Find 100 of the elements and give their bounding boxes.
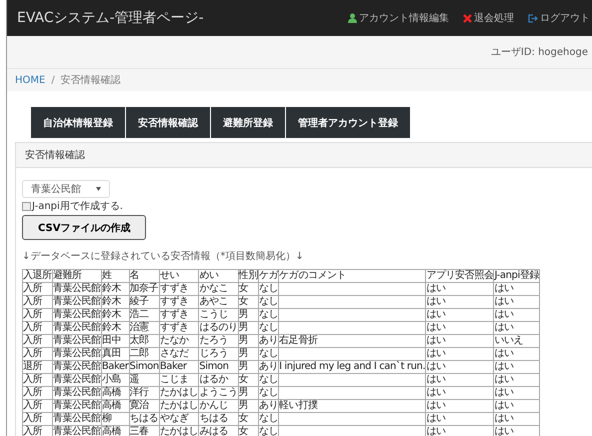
table-cell: はい	[494, 374, 540, 386]
column-header: J-anpi登録	[494, 270, 540, 282]
table-cell: すずき	[159, 308, 199, 322]
table-cell: なし	[258, 296, 279, 308]
table-cell: 入所	[22, 322, 52, 334]
table-cell: Simon	[198, 360, 238, 374]
table-cell: 寛治	[129, 400, 160, 412]
csv-button[interactable]: CSVファイルの作成	[22, 215, 146, 240]
table-cell: はい	[494, 308, 540, 322]
breadcrumb-current: 安否情報確認	[60, 74, 121, 87]
table-cell: 洋行	[129, 386, 160, 400]
table-cell: 男	[238, 348, 258, 360]
table-cell: いいえ	[494, 334, 540, 348]
column-header: 性別	[238, 270, 258, 282]
table-cell: ちはる	[198, 412, 238, 426]
table-cell: あり	[258, 400, 279, 412]
table-cell: なし	[258, 308, 279, 322]
menu-button[interactable]: 避難所登録	[211, 107, 285, 138]
shelter-select[interactable]: 青葉公民館	[22, 180, 110, 198]
table-cell: Baker	[159, 360, 199, 374]
table-cell: 高橋	[101, 386, 130, 400]
table-cell: かなこ	[198, 282, 238, 296]
table-cell: 青葉公民館	[52, 360, 102, 374]
column-header: アプリ安否照会	[426, 270, 494, 282]
table-cell: 真田	[101, 348, 130, 360]
close-icon	[463, 14, 472, 22]
table-cell: はい	[494, 322, 540, 334]
panel-heading: 安否情報確認	[25, 148, 85, 162]
column-header: 姓	[101, 270, 130, 282]
table-cell: 浩二	[129, 308, 160, 322]
table-cell: はい	[494, 360, 540, 374]
table-cell: はい	[426, 386, 494, 400]
table-cell: 女	[238, 282, 258, 296]
table-cell: かんじ	[198, 400, 238, 412]
table-cell: 小島	[101, 374, 130, 386]
table-cell: 男	[238, 334, 258, 348]
table-cell: 男	[238, 400, 258, 412]
table-cell: たなか	[159, 334, 199, 348]
table-cell: はい	[494, 400, 540, 412]
table-cell: はい	[426, 400, 494, 412]
checkbox[interactable]	[22, 202, 31, 210]
menu-button[interactable]: 管理者アカウント登録	[286, 107, 410, 138]
nav-link[interactable]: ログアウト	[528, 11, 590, 25]
table-cell: はい	[426, 282, 494, 296]
table-cell: はい	[426, 348, 494, 360]
table-cell: 女	[238, 374, 258, 386]
table-cell: 女	[238, 412, 258, 426]
table-cell: 男	[238, 322, 258, 334]
table-cell: はい	[494, 386, 540, 400]
table-cell: 入所	[22, 374, 52, 386]
table-cell: すずき	[159, 322, 199, 334]
table-cell: なし	[258, 374, 279, 386]
table-cell: はい	[426, 308, 494, 322]
table-cell: たかはし	[159, 426, 199, 436]
checkbox-label: J-anpi用で作成する.	[32, 200, 123, 213]
menu-button[interactable]: 安否情報確認	[126, 107, 210, 138]
column-header: 避難所	[52, 270, 102, 282]
table-cell: ようこう	[198, 386, 238, 400]
table-cell: 加奈子	[129, 282, 160, 296]
table-cell: 遥	[129, 374, 160, 386]
user-id: ユーザID: hogehoge	[490, 46, 588, 59]
table-cell: みはる	[198, 426, 238, 436]
table-cell: Simon	[129, 360, 160, 374]
table-caption: ↓データベースに登録されている安否情報（*項目数簡易化）↓	[22, 250, 304, 263]
table-cell: はい	[426, 374, 494, 386]
table-cell: 青葉公民館	[52, 308, 102, 322]
table-cell: はい	[426, 322, 494, 334]
table-cell: 鈴木	[101, 296, 130, 308]
table-cell: はい	[426, 412, 494, 426]
menu-button[interactable]: 自治体情報登録	[31, 107, 125, 138]
table-cell: 柳	[101, 412, 130, 426]
column-header: ケガ	[258, 270, 279, 282]
breadcrumb-link[interactable]: HOME	[15, 74, 46, 86]
table-cell: 高橋	[101, 400, 130, 412]
table-cell: たろう	[198, 334, 238, 348]
table-cell: 青葉公民館	[52, 296, 102, 308]
table-cell: 入所	[22, 400, 52, 412]
table-cell: ちはる	[129, 412, 160, 426]
table-cell: はい	[494, 412, 540, 426]
table-cell: 高橋	[101, 426, 130, 436]
table-cell: たかはし	[159, 386, 199, 400]
table-cell: はい	[494, 296, 540, 308]
column-header: 入退所	[22, 270, 52, 282]
table-cell: 入所	[22, 386, 52, 400]
table-cell: はい	[426, 334, 494, 348]
table-cell: すずき	[159, 282, 199, 296]
table-cell: 右足骨折	[278, 334, 426, 348]
table-cell: じろう	[198, 348, 238, 360]
nav-link[interactable]: 退会処理	[463, 11, 514, 25]
table-cell: 男	[238, 360, 258, 374]
table-cell: 鈴木	[101, 282, 130, 296]
table-cell: たかはし	[159, 400, 199, 412]
table-cell: なし	[258, 282, 279, 296]
table-cell: 太郎	[129, 334, 160, 348]
table-cell: はい	[494, 348, 540, 360]
table-cell: 入所	[22, 412, 52, 426]
table-cell: 男	[238, 386, 258, 400]
nav-link[interactable]: アカウント情報編集	[348, 11, 449, 25]
column-header: めい	[198, 270, 238, 282]
app-title: EVACシステム-管理者ページ-	[17, 9, 204, 27]
